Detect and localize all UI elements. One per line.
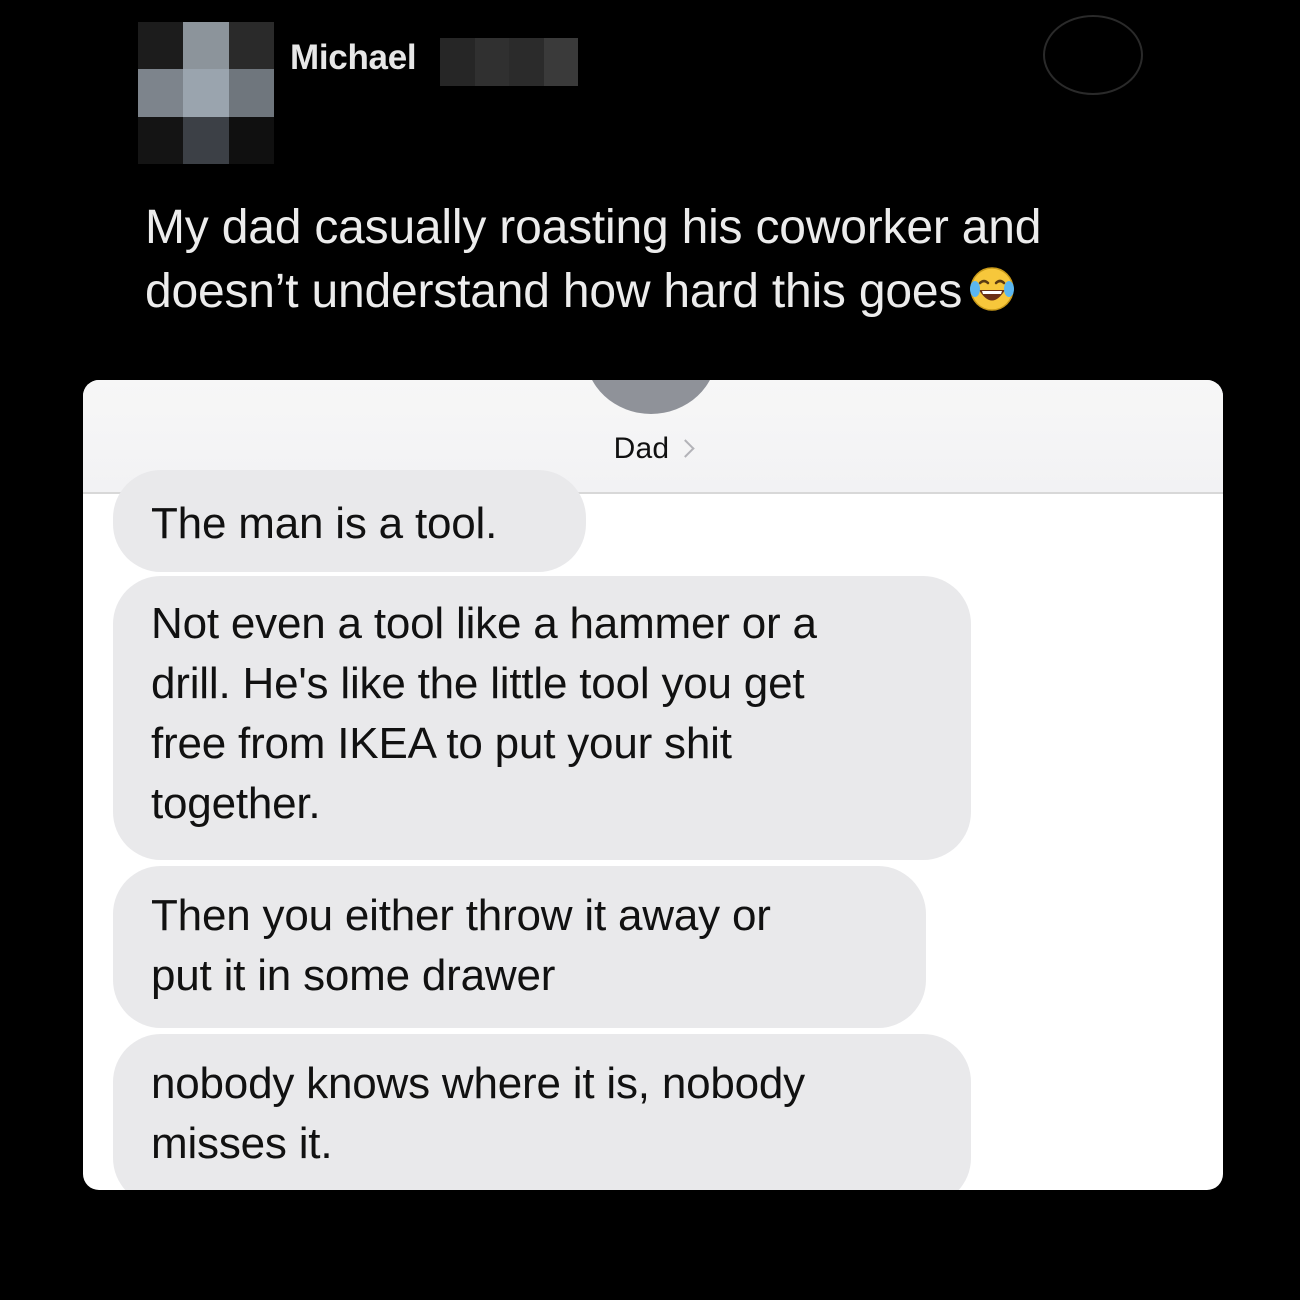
message-line: Then you either throw it away or bbox=[151, 891, 771, 940]
message-bubble[interactable]: The man is a tool. bbox=[113, 470, 586, 572]
message-line: free from IKEA to put your shit bbox=[151, 719, 732, 768]
message-line: drill. He's like the little tool you get bbox=[151, 659, 805, 708]
laughing-tears-emoji-icon bbox=[970, 267, 1015, 311]
more-options-icon[interactable] bbox=[1043, 15, 1143, 95]
tweet-username[interactable]: Michael bbox=[290, 38, 417, 78]
message-line: together. bbox=[151, 779, 321, 828]
message-line: Not even a tool like a hammer or a bbox=[151, 599, 817, 648]
tweet-text-line: doesn’t understand how hard this goes bbox=[145, 260, 1155, 324]
message-line: The man is a tool. bbox=[151, 499, 498, 548]
message-line: put it in some drawer bbox=[151, 951, 556, 1000]
tweet-text: My dad casually roasting his coworker an… bbox=[145, 196, 1155, 324]
tweet-text-line: My dad casually roasting his coworker an… bbox=[145, 201, 1042, 254]
message-screenshot: Dad The man is a tool. Not even a tool l… bbox=[83, 380, 1223, 1190]
message-bubble[interactable]: Then you either throw it away or put it … bbox=[113, 866, 926, 1028]
contact-avatar[interactable] bbox=[585, 380, 717, 414]
message-bubble[interactable]: nobody knows where it is, nobody misses … bbox=[113, 1034, 971, 1190]
message-line: nobody knows where it is, nobody bbox=[151, 1059, 805, 1108]
name-redaction-block bbox=[440, 38, 578, 86]
chevron-right-icon bbox=[676, 439, 696, 458]
message-bubble[interactable]: Not even a tool like a hammer or a drill… bbox=[113, 576, 971, 860]
profile-avatar-pixelated[interactable] bbox=[138, 22, 274, 164]
message-line: misses it. bbox=[151, 1119, 333, 1168]
contact-name-button[interactable]: Dad bbox=[83, 432, 1223, 466]
